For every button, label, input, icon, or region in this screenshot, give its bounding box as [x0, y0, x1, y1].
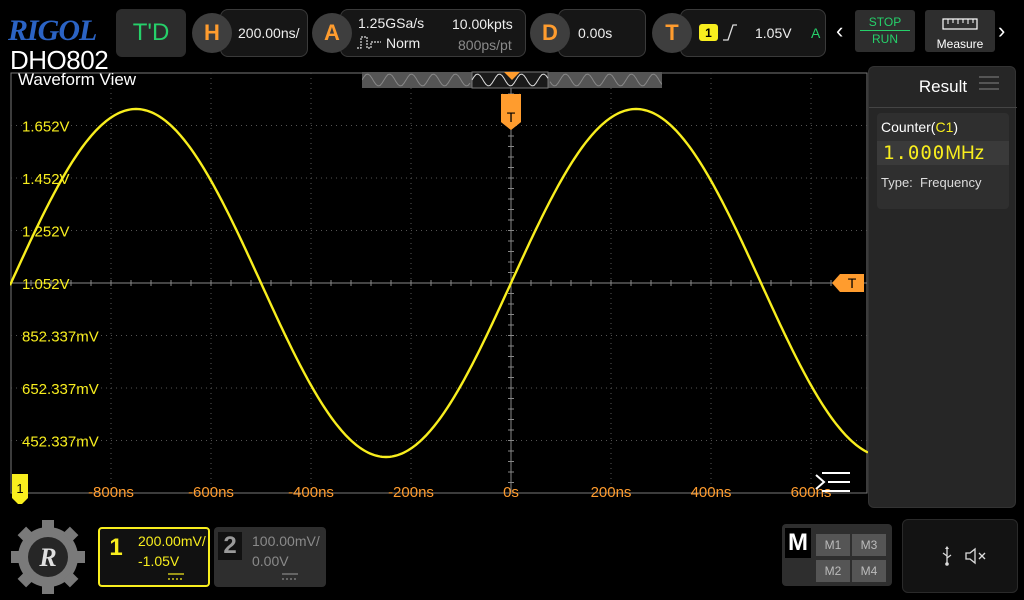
- top-bar: RIGOL DHO802 T'D H 200.00ns/ A 1.25GSa/s…: [0, 0, 1024, 75]
- horizontal-button[interactable]: H: [192, 13, 232, 53]
- x-axis-label: 600ns: [791, 484, 832, 501]
- y-axis-label: 852.337mV: [22, 329, 99, 346]
- svg-text:R: R: [38, 543, 56, 572]
- run-label: RUN: [872, 32, 898, 46]
- channel-1-marker-label: 1: [16, 481, 23, 496]
- td-button[interactable]: T'D: [116, 9, 186, 57]
- acquire-mode-icon: [357, 36, 381, 49]
- rising-edge-icon: [723, 24, 737, 41]
- trigger-level-label: T: [848, 275, 857, 291]
- channel-2-box[interactable]: 2 100.00mV/ 0.00V: [214, 527, 326, 587]
- waveform-view[interactable]: 1.652V 1.452V 1.252V 1.052V 852.337mV 652.337…: [10, 72, 868, 504]
- channel-1-offset: -1.05V: [138, 553, 180, 569]
- x-axis-label: 200ns: [591, 484, 632, 501]
- waveform-background: [10, 72, 868, 504]
- x-axis-label: -800ns: [88, 484, 134, 501]
- dc-coupling-icon: [168, 573, 184, 580]
- speaker-muted-icon[interactable]: [965, 547, 987, 565]
- waveform-title: Waveform View: [18, 70, 137, 89]
- math-m4[interactable]: M4: [852, 560, 886, 582]
- measure-button[interactable]: Measure: [925, 10, 995, 52]
- y-axis-label: 652.337mV: [22, 381, 99, 398]
- sample-rate: 1.25GSa/s: [358, 15, 425, 31]
- x-axis-label: 0s: [503, 484, 519, 501]
- math-m1[interactable]: M1: [816, 534, 850, 556]
- math-panel[interactable]: M M1 M3 M2 M4: [782, 524, 892, 586]
- channel-2-number: 2: [218, 532, 242, 560]
- y-axis-label: 1.252V: [22, 224, 70, 241]
- y-axis-label: 1.652V: [22, 119, 70, 136]
- delay-button[interactable]: D: [530, 13, 570, 53]
- chevron-left-icon[interactable]: ‹: [836, 18, 843, 44]
- y-axis-label: 1.052V: [22, 276, 70, 293]
- channel-1-box[interactable]: 1 200.00mV/ -1.05V: [98, 527, 210, 587]
- channel-1-offset-marker: 1: [12, 474, 28, 504]
- menu-icon[interactable]: [979, 75, 999, 91]
- home-gear-icon[interactable]: R: [10, 519, 86, 595]
- math-m2[interactable]: M2: [816, 560, 850, 582]
- utility-panel: [902, 519, 1018, 593]
- y-axis-label: 1.452V: [22, 171, 70, 188]
- brand-logo: RIGOL: [8, 14, 97, 47]
- trigger-mode: A: [811, 25, 821, 41]
- memory-depth: 10.00kpts: [452, 16, 513, 32]
- counter-card[interactable]: Counter(C1) 1.000MHz Type: Frequency: [877, 113, 1009, 209]
- counter-type: Type: Frequency: [881, 175, 982, 190]
- counter-title: Counter(C1): [881, 119, 959, 135]
- x-axis-label: 400ns: [691, 484, 732, 501]
- trigger-button[interactable]: T: [652, 13, 692, 53]
- counter-value: 1.000MHz: [877, 141, 1009, 165]
- acquire-button[interactable]: A: [312, 13, 352, 53]
- y-axis-label: 452.337mV: [22, 434, 99, 451]
- trigger-source: 1: [699, 24, 718, 41]
- x-axis-label: -400ns: [288, 484, 334, 501]
- math-label: M: [785, 528, 811, 558]
- timebase-value: 200.00ns/: [238, 25, 300, 41]
- memory-position-indicator[interactable]: [362, 71, 662, 89]
- chevron-right-icon[interactable]: ›: [998, 18, 1005, 44]
- trigger-marker-label: T: [507, 109, 516, 125]
- usb-icon[interactable]: [941, 546, 953, 566]
- x-axis-label: -600ns: [188, 484, 234, 501]
- channel-1-scale: 200.00mV/: [138, 533, 206, 549]
- ruler-icon: [942, 18, 978, 30]
- resolution: 800ps/pt: [458, 37, 512, 53]
- stop-label: STOP: [868, 15, 902, 29]
- channel-2-scale: 100.00mV/: [252, 533, 320, 549]
- dc-coupling-icon: [282, 573, 298, 580]
- channel-2-offset: 0.00V: [252, 553, 289, 569]
- measure-label: Measure: [936, 37, 984, 51]
- result-panel: Result Counter(C1) 1.000MHz Type: Freque…: [868, 66, 1017, 508]
- x-axis-label: -200ns: [388, 484, 434, 501]
- stop-run-button[interactable]: STOP RUN: [855, 10, 915, 52]
- channel-1-number: 1: [109, 534, 123, 561]
- math-m3[interactable]: M3: [852, 534, 886, 556]
- delay-value: 0.00s: [578, 25, 613, 41]
- acquire-mode: Norm: [386, 35, 421, 51]
- trigger-level: 1.05V: [755, 25, 792, 41]
